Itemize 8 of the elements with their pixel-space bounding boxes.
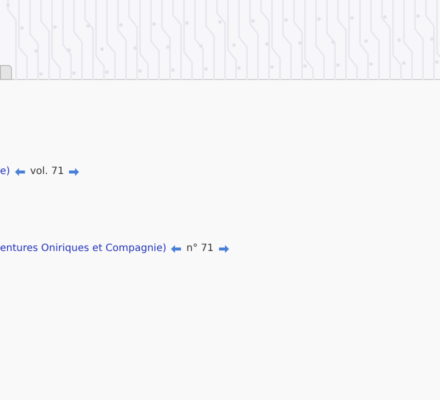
right-arrow-icon[interactable] <box>68 168 79 176</box>
issue-number: n° 71 <box>186 242 214 256</box>
left-arrow-icon[interactable] <box>171 244 182 252</box>
issue-number: vol. 71 <box>30 165 64 179</box>
right-arrow-icon[interactable] <box>218 244 229 252</box>
left-arrow-icon[interactable] <box>15 168 26 176</box>
series-link[interactable]: entures Oniriques et Compagnie) <box>0 241 166 256</box>
series-link[interactable]: e) <box>0 164 10 179</box>
